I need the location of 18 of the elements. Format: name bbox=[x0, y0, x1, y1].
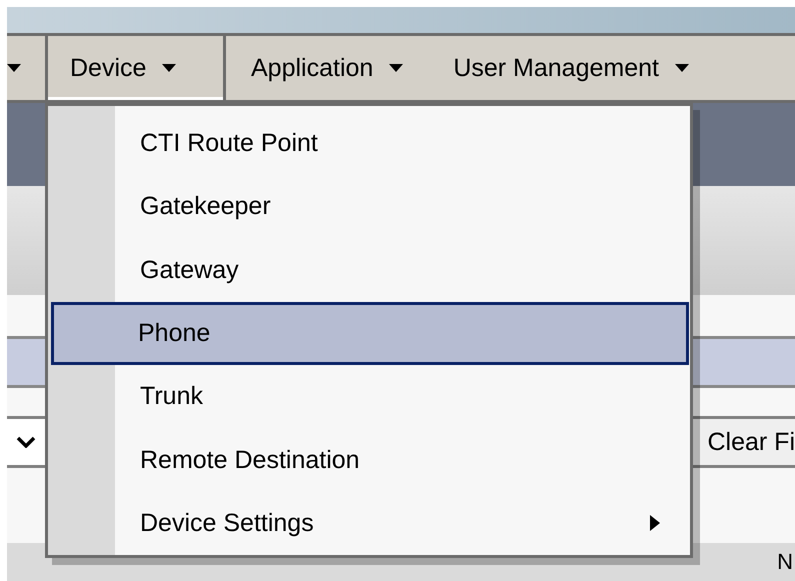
caret-icon bbox=[389, 64, 404, 72]
menu-tab[interactable]: Application bbox=[226, 36, 428, 100]
menu-item[interactable]: Phone bbox=[51, 302, 689, 366]
menu-item[interactable]: Trunk bbox=[51, 365, 689, 428]
menu-item[interactable]: CTI Route Point bbox=[51, 112, 689, 176]
caret-icon bbox=[674, 64, 689, 72]
menu-tab[interactable]: User Management bbox=[428, 36, 714, 100]
caret-icon bbox=[162, 64, 176, 72]
menu-item[interactable]: Device Settings bbox=[51, 492, 689, 555]
menu-tab[interactable]: Device bbox=[45, 36, 226, 100]
menu-item[interactable]: Gatekeeper bbox=[51, 175, 689, 239]
chevron-down-icon bbox=[16, 436, 36, 448]
filter-select[interactable] bbox=[7, 419, 45, 465]
menu-item[interactable]: Gateway bbox=[51, 238, 689, 302]
submenu-arrow-icon bbox=[650, 515, 660, 532]
footer-text: N bbox=[777, 548, 794, 573]
caret-icon bbox=[7, 64, 21, 72]
menu-item[interactable]: Remote Destination bbox=[51, 428, 689, 492]
